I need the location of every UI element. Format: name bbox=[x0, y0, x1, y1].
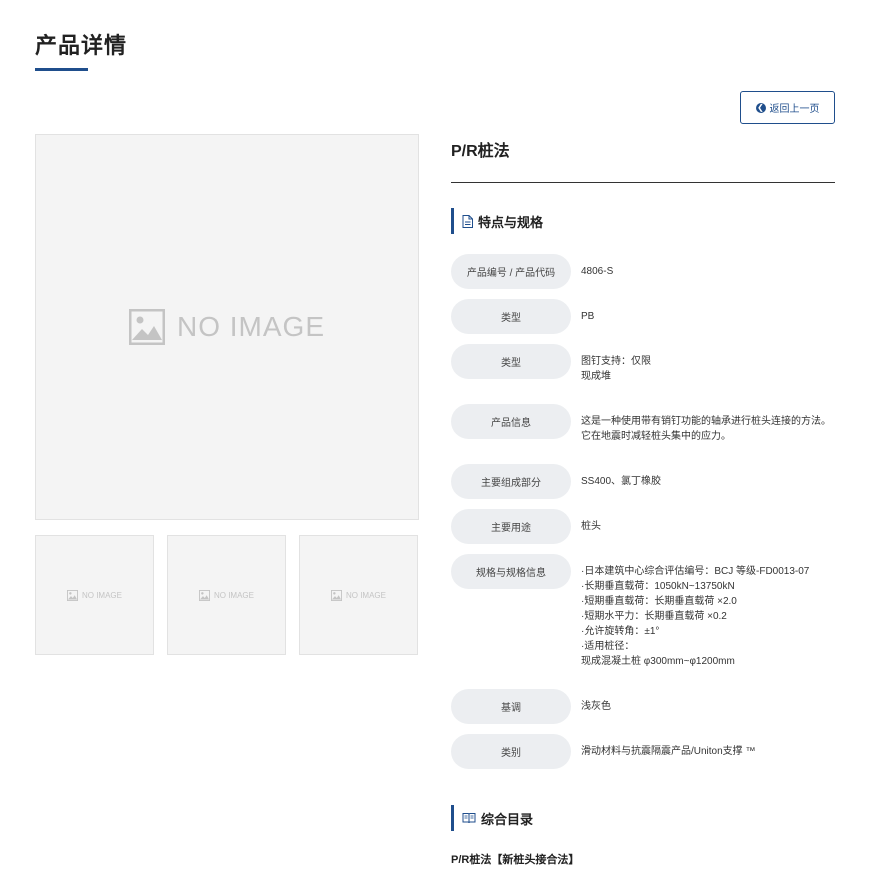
image-placeholder-icon bbox=[198, 589, 210, 601]
spec-value: 滑动材料与抗震隔震产品/Uniton支撑 ™ bbox=[581, 746, 756, 757]
spec-label: 产品信息 bbox=[451, 404, 571, 439]
spec-value: 图钉支持：仅限 现成堆 bbox=[581, 356, 651, 382]
no-image-label: NO IMAGE bbox=[345, 590, 386, 600]
spec-label: 类型 bbox=[451, 299, 571, 334]
spec-label: 类别 bbox=[451, 734, 571, 769]
product-name: P/R桩法 bbox=[451, 143, 510, 160]
spec-value: SS400、氯丁橡胶 bbox=[581, 476, 662, 487]
image-placeholder-icon bbox=[128, 309, 165, 345]
no-image-label: NO IMAGE bbox=[81, 590, 122, 600]
spec-value: 这是一种使用带有销钉功能的轴承进行桩头连接的方法。 它在地震时减轻桩头集中的应力… bbox=[581, 416, 831, 442]
title-underline bbox=[35, 68, 88, 71]
spec-row: 产品信息 这是一种使用带有销钉功能的轴承进行桩头连接的方法。 它在地震时减轻桩头… bbox=[451, 404, 835, 444]
section-heading-label: 综合目录 bbox=[481, 811, 534, 827]
thumbnail-2[interactable]: NO IMAGE bbox=[167, 535, 286, 655]
spec-row: 规格与规格信息 ·日本建筑中心综合评估编号：BCJ 等级-FD0013-07 ·… bbox=[451, 554, 835, 669]
no-image-label: NO IMAGE bbox=[176, 311, 325, 342]
spec-row: 主要组成部分 SS400、氯丁橡胶 bbox=[451, 464, 835, 499]
image-placeholder-icon bbox=[330, 589, 342, 601]
spec-row: 类型 PB bbox=[451, 299, 835, 334]
thumbnail-3[interactable]: NO IMAGE bbox=[299, 535, 418, 655]
document-icon bbox=[462, 214, 473, 228]
thumbnail-1[interactable]: NO IMAGE bbox=[35, 535, 154, 655]
spec-label: 规格与规格信息 bbox=[451, 554, 571, 589]
page-title: 产品详情 bbox=[35, 33, 128, 58]
no-image-label: NO IMAGE bbox=[213, 590, 254, 600]
spec-row: 基调 浅灰色 bbox=[451, 689, 835, 724]
back-button[interactable]: ❮ 返回上一页 bbox=[740, 91, 835, 124]
section-heading-specs: 特点与规格 bbox=[451, 208, 543, 234]
spec-value: ·日本建筑中心综合评估编号：BCJ 等级-FD0013-07 ·长期垂直载荷：1… bbox=[581, 566, 810, 667]
catalog-link[interactable]: P/R桩法【新桩头接合法】 bbox=[451, 851, 579, 867]
spec-label: 主要组成部分 bbox=[451, 464, 571, 499]
spec-value: PB bbox=[581, 311, 595, 322]
image-placeholder-icon bbox=[66, 589, 78, 601]
spec-value: 桩头 bbox=[581, 521, 601, 532]
main-product-image: NO IMAGE bbox=[35, 134, 419, 520]
spec-label: 类型 bbox=[451, 344, 571, 379]
section-heading-catalog: 综合目录 bbox=[451, 805, 533, 831]
spec-row: 类型 图钉支持：仅限 现成堆 bbox=[451, 344, 835, 384]
divider bbox=[451, 182, 835, 183]
back-button-label: 返回上一页 bbox=[769, 104, 820, 115]
arrow-left-circle-icon: ❮ bbox=[755, 102, 766, 113]
spec-label: 基调 bbox=[451, 689, 571, 724]
spec-label: 产品编号 / 产品代码 bbox=[451, 254, 571, 289]
spec-row: 类别 滑动材料与抗震隔震产品/Uniton支撑 ™ bbox=[451, 734, 835, 769]
spec-value: 浅灰色 bbox=[581, 701, 611, 712]
spec-row: 主要用途 桩头 bbox=[451, 509, 835, 544]
spec-value: 4806-S bbox=[581, 266, 614, 277]
spec-row: 产品编号 / 产品代码 4806-S bbox=[451, 254, 835, 289]
spec-label: 主要用途 bbox=[451, 509, 571, 544]
section-heading-label: 特点与规格 bbox=[478, 214, 544, 230]
book-icon bbox=[462, 813, 476, 824]
